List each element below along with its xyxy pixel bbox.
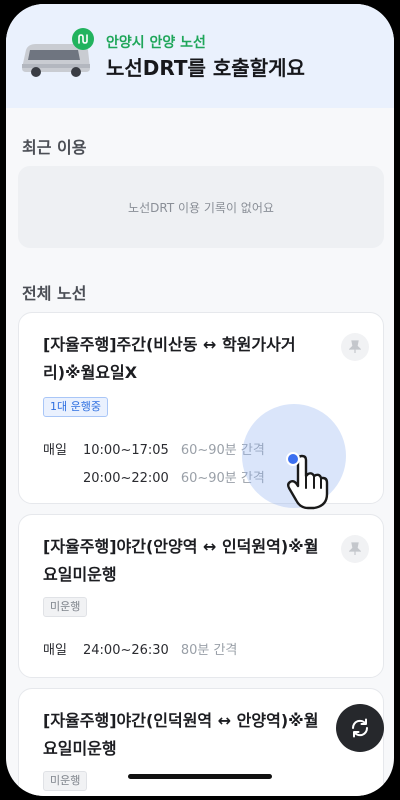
schedule-label: 매일 — [43, 643, 67, 658]
route-title: [자율주행]주간(비산동 ↔ 학원가사거리)※월요일X — [43, 335, 296, 382]
status-badge: 1대 운행중 — [43, 397, 108, 417]
schedule-time: 24:00~26:30 — [83, 643, 169, 658]
service-area-label: 안양시 안양 노선 — [106, 35, 206, 51]
all-routes-section-title: 전체 노선 — [22, 284, 87, 303]
schedule-row: 매일 10:00~17:05 60~90분 간격 — [43, 439, 265, 458]
recent-section-title: 최근 이용 — [22, 138, 87, 157]
pin-icon[interactable] — [341, 333, 369, 361]
page-title: 노선DRT를 호출할게요 — [106, 56, 305, 80]
schedule-time: 10:00~17:05 — [83, 443, 169, 458]
schedule-label: 매일 — [43, 443, 67, 458]
recent-empty-text: 노선DRT 이용 기록이 없어요 — [128, 200, 274, 215]
route-title: [자율주행]야간(안양역 ↔ 인덕원역)※월요일미운행 — [43, 537, 319, 584]
schedule-row: 20:00~22:00 60~90분 간격 — [43, 467, 265, 486]
schedule-interval: 80분 간격 — [180, 643, 238, 658]
app-screen: 안양시 안양 노선 노선DRT를 호출할게요 최근 이용 노선DRT 이용 기록… — [6, 4, 394, 796]
status-badge: 미운행 — [43, 771, 88, 791]
tap-point-indicator — [286, 452, 300, 466]
schedule-row: 매일 24:00~26:30 80분 간격 — [43, 639, 237, 658]
header: 안양시 안양 노선 노선DRT를 호출할게요 — [6, 4, 394, 108]
phone-frame: 안양시 안양 노선 노선DRT를 호출할게요 최근 이용 노선DRT 이용 기록… — [0, 0, 400, 800]
recent-empty-state: 노선DRT 이용 기록이 없어요 — [18, 166, 384, 248]
refresh-icon — [351, 718, 369, 738]
route-icon — [72, 28, 94, 50]
route-card[interactable]: [자율주행]야간(인덕원역 ↔ 안양역)※월요일미운행 미운행 — [18, 688, 384, 796]
home-indicator — [128, 774, 272, 779]
route-title: [자율주행]야간(인덕원역 ↔ 안양역)※월요일미운행 — [43, 711, 319, 758]
pin-icon[interactable] — [341, 535, 369, 563]
schedule-time: 20:00~22:00 — [83, 471, 169, 486]
refresh-button[interactable] — [336, 704, 384, 752]
status-badge: 미운행 — [43, 597, 88, 617]
route-card[interactable]: [자율주행]야간(안양역 ↔ 인덕원역)※월요일미운행 미운행 매일 24:00~… — [18, 514, 384, 678]
